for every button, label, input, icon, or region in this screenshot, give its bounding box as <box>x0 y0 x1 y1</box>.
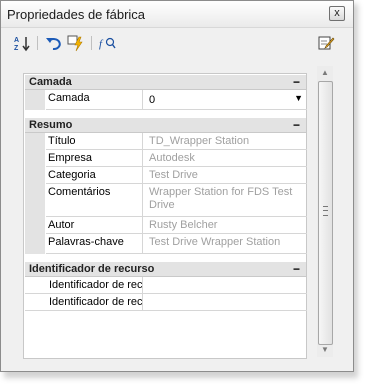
title-bar[interactable]: Propriedades de fábrica x <box>1 1 353 28</box>
column-divider <box>142 150 143 166</box>
property-row[interactable]: Categoria Test Drive <box>46 167 307 184</box>
svg-text:A: A <box>14 37 19 44</box>
property-value[interactable]: Wrapper Station for FDS Test Drive <box>149 186 304 212</box>
category-label: Identificador de recurso <box>29 263 155 275</box>
property-name: Identificador de recurso <box>49 296 142 308</box>
column-divider <box>142 133 143 149</box>
svg-text:Z: Z <box>14 45 19 52</box>
property-value[interactable]: Rusty Belcher <box>149 219 304 232</box>
collapse-icon[interactable]: − <box>293 75 300 89</box>
property-name: Título <box>48 135 76 147</box>
property-row[interactable]: Camada 0 ▼ <box>46 90 307 110</box>
toolbar-separator <box>37 36 38 50</box>
property-row[interactable]: Autor Rusty Belcher <box>46 217 307 234</box>
property-row[interactable]: Empresa Autodesk <box>46 150 307 167</box>
scroll-up-icon[interactable]: ▲ <box>317 66 333 80</box>
collapse-icon[interactable]: − <box>293 118 300 132</box>
property-value[interactable]: Test Drive Wrapper Station <box>149 236 304 249</box>
properties-window: Propriedades de fábrica x A Z f Camada −… <box>0 0 354 372</box>
property-row[interactable]: Título TD_Wrapper Station <box>46 133 307 150</box>
property-name: Categoria <box>48 169 96 181</box>
column-divider <box>142 217 143 233</box>
property-value[interactable]: Autodesk <box>149 152 304 165</box>
category-label: Resumo <box>29 119 73 131</box>
property-name: Palavras-chave <box>48 236 124 248</box>
property-grid: Camada − Camada 0 ▼ Resumo − Título TD_W… <box>23 73 307 359</box>
property-name: Camada <box>48 92 90 104</box>
window-title: Propriedades de fábrica <box>7 7 146 22</box>
edit-notes-icon[interactable] <box>317 34 335 52</box>
property-row[interactable]: Palavras-chave Test Drive Wrapper Statio… <box>46 234 307 254</box>
column-divider <box>142 167 143 183</box>
column-divider <box>142 277 143 293</box>
category-label: Camada <box>29 76 72 88</box>
svg-text:f: f <box>99 38 104 50</box>
undo-icon[interactable] <box>45 34 63 52</box>
property-row[interactable]: Identificador de recurso <box>25 294 307 311</box>
column-divider <box>142 294 143 310</box>
property-name: Comentários <box>48 186 111 198</box>
function-search-icon[interactable]: f <box>98 34 116 52</box>
toolbar: A Z f <box>1 28 353 58</box>
sort-alphabetical-icon[interactable]: A Z <box>13 34 31 52</box>
property-row[interactable]: Identificador de recurso <box>25 277 307 294</box>
row-gutter <box>25 133 45 254</box>
category-camada[interactable]: Camada − <box>25 75 306 90</box>
property-value[interactable]: TD_Wrapper Station <box>149 135 304 148</box>
collapse-icon[interactable]: − <box>293 262 300 276</box>
column-divider <box>142 184 143 216</box>
property-name: Identificador de recurso <box>49 279 142 291</box>
column-divider <box>142 90 143 109</box>
toolbar-separator <box>91 36 92 50</box>
category-identificador-recurso[interactable]: Identificador de recurso − <box>25 262 306 277</box>
close-button[interactable]: x <box>329 6 345 21</box>
property-name: Autor <box>48 219 75 231</box>
quick-select-icon[interactable] <box>67 34 85 52</box>
layer-dropdown-value[interactable]: 0 <box>149 94 304 107</box>
property-row[interactable]: Comentários Wrapper Station for FDS Test… <box>46 184 307 217</box>
chevron-down-icon[interactable]: ▼ <box>294 93 303 103</box>
scrollbar-thumb[interactable] <box>318 81 333 345</box>
column-divider <box>142 234 143 253</box>
property-value[interactable]: Test Drive <box>149 169 304 182</box>
scroll-down-icon[interactable]: ▼ <box>317 343 333 357</box>
category-resumo[interactable]: Resumo − <box>25 118 306 133</box>
property-name: Empresa <box>48 152 93 164</box>
grip-icon <box>323 206 328 216</box>
vertical-scrollbar[interactable]: ▲ ▼ <box>317 66 333 357</box>
row-gutter <box>25 90 45 110</box>
